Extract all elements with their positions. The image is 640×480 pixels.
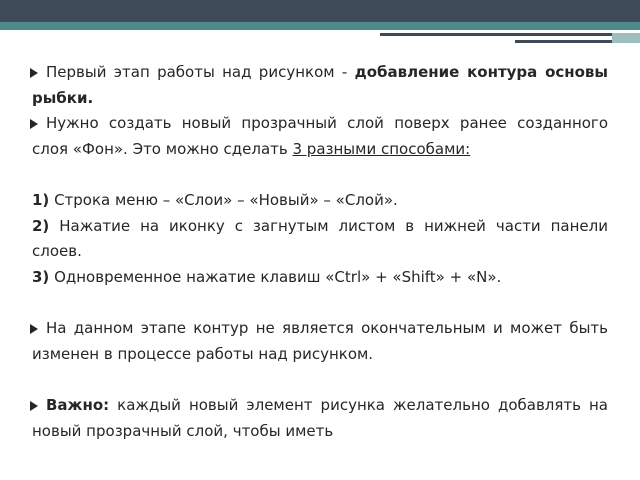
bullet-new-layer: Нужно создать новый прозрачный слой пове… [30,111,608,162]
header-teal-band [0,22,640,30]
step-2: 2) Нажатие на иконку с загнутым листом в… [32,214,608,265]
step-number: 2) [32,216,50,235]
step-text: Одновременное нажатие клавиш «Ctrl» + «S… [49,267,502,286]
step-number: 3) [32,267,50,286]
bullet-underlined-text: 3 разными способами: [292,139,471,158]
bullet-text: Первый этап работы над рисунком - [46,63,355,81]
bullet-text: каждый новый элемент рисунка желательно … [32,396,608,440]
bullet-text: На данном этапе контур не является оконч… [32,319,608,363]
bullet-important: Важно: каждый новый элемент рисунка жела… [30,393,608,444]
bullet-first-stage: Первый этап работы над рисунком - добавл… [30,60,608,111]
step-number: 1) [32,191,50,209]
bullet-bold-text: Важно: [46,396,110,414]
header-rule [380,33,640,36]
step-text: Строка меню – «Слои» – «Новый» – «Слой». [49,191,398,209]
step-3: 3) Одновременное нажатие клавиш «Ctrl» +… [32,265,608,291]
header-dark-band [0,0,640,22]
bullet-contour-note: На данном этапе контур не является оконч… [30,316,608,367]
step-text: Нажатие на иконку с загнутым листом в ни… [32,216,608,261]
slide-body: Первый этап работы над рисунком - добавл… [30,60,608,444]
step-1: 1) Строка меню – «Слои» – «Новый» – «Сло… [32,188,608,214]
header-rule-accent [612,33,640,43]
